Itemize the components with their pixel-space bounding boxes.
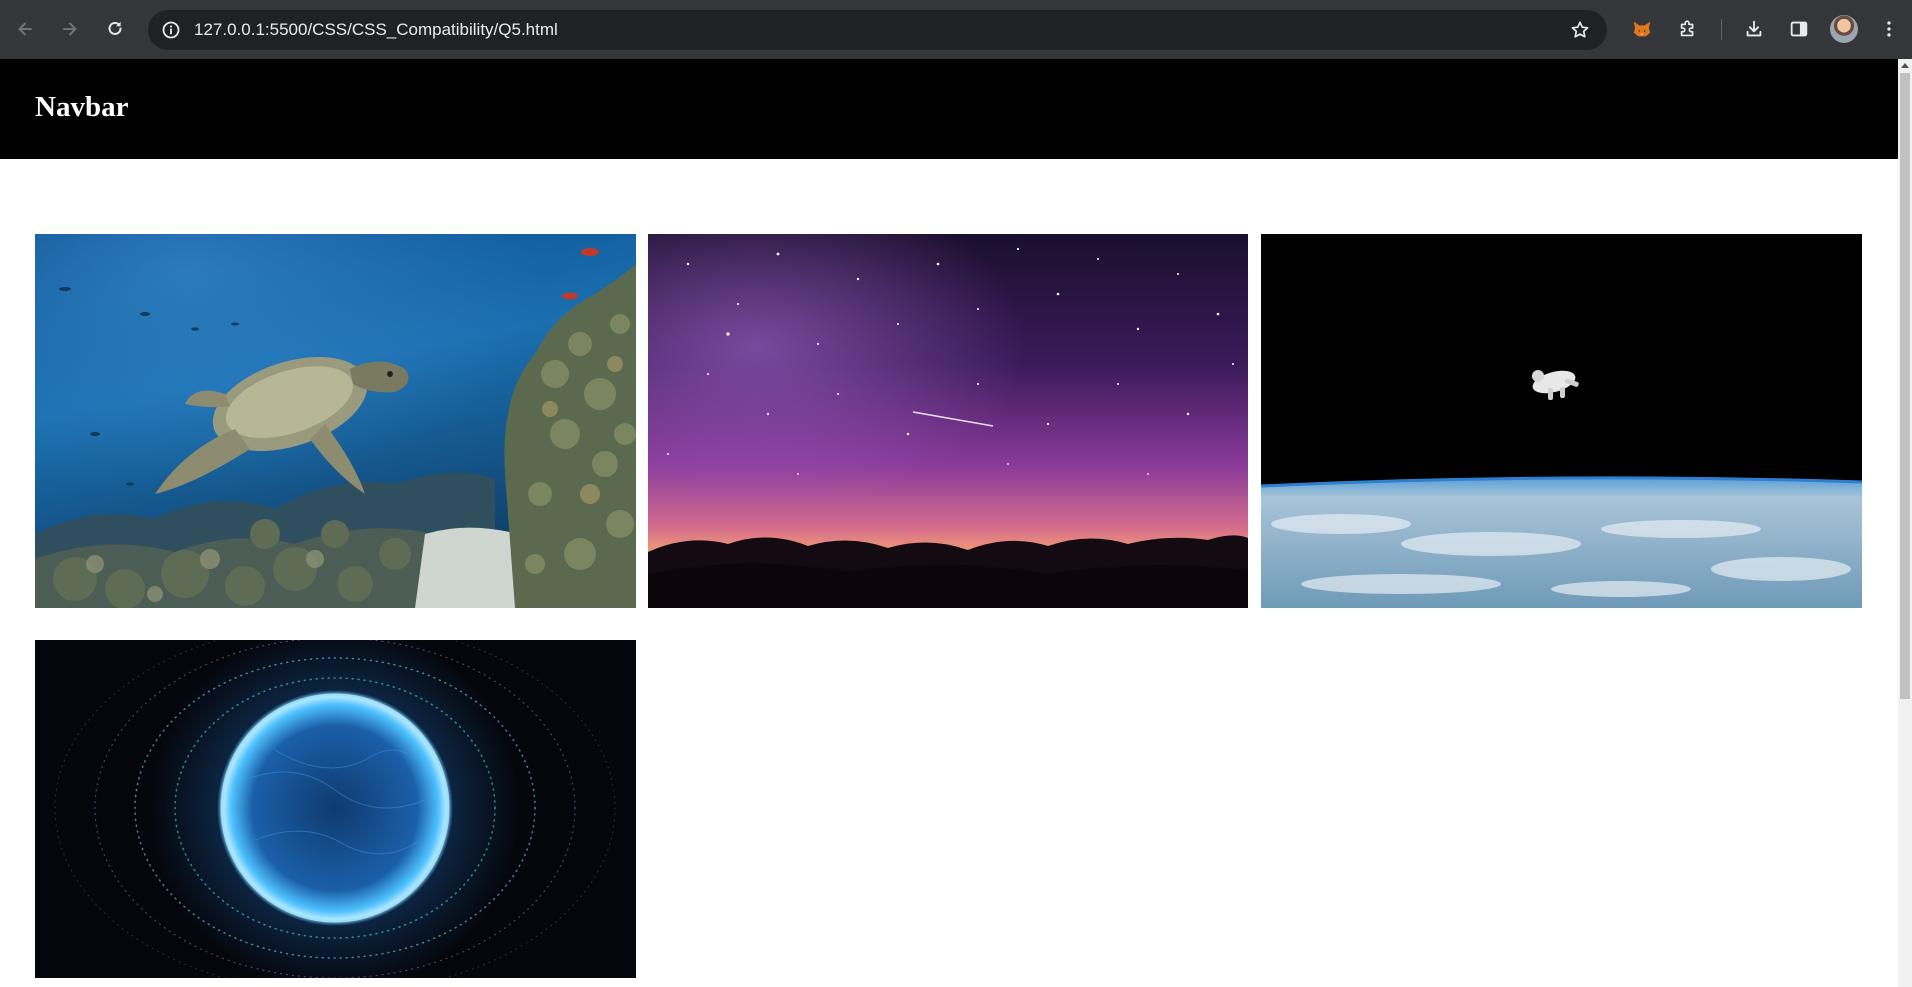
kebab-menu-icon[interactable]: [1875, 15, 1903, 43]
milky-way-night-sky-image: [648, 234, 1248, 608]
download-icon[interactable]: [1740, 15, 1768, 43]
glowing-particle-sphere-image: [35, 640, 636, 978]
info-circle-icon[interactable]: [160, 19, 182, 41]
back-button[interactable]: [10, 14, 40, 44]
forward-button[interactable]: [55, 14, 85, 44]
avatar[interactable]: [1830, 15, 1858, 43]
navbar-title: Navbar: [35, 91, 129, 123]
side-panel-icon[interactable]: [1785, 15, 1813, 43]
astronaut-over-earth-image: [1261, 234, 1862, 608]
scrollbar-thumb[interactable]: [1900, 73, 1910, 699]
sea-turtle-reef-image: [35, 234, 636, 608]
reload-icon: [108, 21, 122, 35]
arrow-left-icon: [18, 22, 32, 36]
puzzle-icon[interactable]: [1674, 15, 1702, 43]
address-bar[interactable]: 127.0.0.1:5500/CSS/CSS_Compatibility/Q5.…: [148, 10, 1607, 50]
fox-icon[interactable]: [1628, 15, 1656, 43]
star-icon[interactable]: [1569, 19, 1591, 41]
scroll-up-arrow-icon[interactable]: [1901, 63, 1909, 68]
toolbar-divider: [1721, 19, 1722, 40]
url-text[interactable]: 127.0.0.1:5500/CSS/CSS_Compatibility/Q5.…: [194, 20, 558, 40]
vertical-scrollbar[interactable]: [1898, 59, 1912, 987]
arrow-right-icon: [63, 22, 77, 36]
browser-toolbar: 127.0.0.1:5500/CSS/CSS_Compatibility/Q5.…: [0, 0, 1912, 59]
reload-button[interactable]: [100, 14, 130, 44]
navbar: Navbar: [0, 59, 1898, 159]
